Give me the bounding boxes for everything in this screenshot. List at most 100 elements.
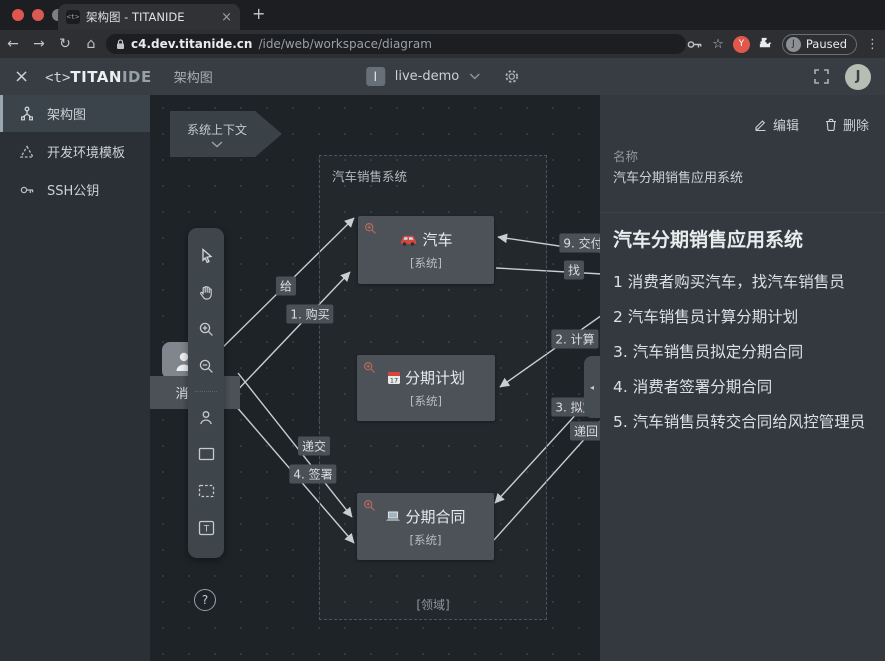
tab-close-icon[interactable]: × (221, 10, 232, 25)
description-step: 1 消费者购买汽车，找汽车销售员 (613, 271, 871, 293)
close-window-button[interactable] (12, 9, 24, 21)
add-person-tool-button[interactable] (193, 403, 219, 431)
lock-icon (116, 39, 125, 50)
svg-text:17: 17 (390, 376, 398, 384)
forward-icon[interactable]: → (26, 36, 52, 52)
pan-hand-tool-button[interactable] (193, 278, 219, 306)
workspace-selector[interactable]: l live-demo (366, 67, 519, 86)
browser-tab[interactable]: <t> 架构图 - TITANIDE × (58, 4, 240, 30)
panel-collapse-handle[interactable]: ◂ (584, 356, 600, 418)
add-text-tool-button[interactable]: T (193, 514, 219, 542)
car-icon (399, 233, 418, 246)
tab-title: 架构图 - TITANIDE (86, 9, 215, 25)
sidebar-item-diagram[interactable]: 架构图 (0, 95, 150, 132)
workspace-name: live-demo (395, 69, 459, 84)
app-close-icon[interactable]: × (14, 68, 29, 86)
template-icon (19, 144, 35, 160)
node-title: 分期合同 (405, 506, 465, 527)
sidebar-item-label: 架构图 (47, 104, 86, 123)
description-step: 4. 消费者签署分期合同 (613, 376, 871, 398)
url-domain: c4.dev.titanide.cn (131, 37, 252, 51)
address-bar[interactable]: c4.dev.titanide.cn /ide/web/workspace/di… (106, 34, 686, 54)
chevron-down-icon[interactable] (469, 73, 480, 80)
zoom-in-icon[interactable] (363, 361, 376, 374)
browser-window: <t> 架构图 - TITANIDE × + ← → ↻ ⌂ c4.dev.ti… (0, 0, 885, 661)
edge-label[interactable]: 9. 交付 (559, 234, 600, 253)
help-button[interactable]: ? (194, 589, 216, 611)
tab-favicon: <t> (66, 10, 80, 24)
zoom-in-tool-button[interactable] (193, 315, 219, 343)
fullscreen-icon[interactable] (814, 69, 829, 84)
boundary-type-label: [领域] (320, 596, 546, 613)
description-title: 汽车分期销售应用系统 (613, 225, 871, 252)
diagram-canvas[interactable]: 系统上下文 汽车销售系统 [领域] 消费者 汽车 [系统] (150, 95, 600, 661)
profile-chip[interactable]: J Paused (782, 34, 857, 55)
select-tool-button[interactable] (193, 241, 219, 269)
edge-label[interactable]: 4. 签署 (289, 465, 336, 484)
pencil-icon (754, 118, 767, 131)
edge-label[interactable]: 2. 计算 (551, 330, 598, 349)
trash-icon (825, 118, 837, 131)
logo-light: IDE (122, 68, 152, 86)
description-step: 2 汽车销售员计算分期计划 (613, 306, 871, 328)
app-logo: <t> TITAN IDE (45, 68, 152, 86)
minimize-window-button[interactable] (32, 9, 44, 21)
extensions-puzzle-icon[interactable] (759, 37, 773, 51)
node-installment-contract[interactable]: 分期合同 [系统] (357, 493, 494, 560)
browser-toolbar: ← → ↻ ⌂ c4.dev.titanide.cn /ide/web/work… (0, 30, 885, 58)
context-tag-label: 系统上下文 (187, 121, 265, 138)
svg-text:T: T (202, 525, 209, 535)
key-icon (19, 182, 35, 198)
add-box-tool-button[interactable] (193, 440, 219, 468)
bookmark-star-icon[interactable]: ☆ (712, 37, 724, 52)
delete-button[interactable]: 删除 (825, 115, 869, 134)
app-header-right: J (814, 64, 871, 90)
node-title: 分期计划 (405, 367, 465, 388)
zoom-in-icon[interactable] (364, 222, 377, 235)
details-panel: 编辑 删除 名称 汽车分期销售应用系统 汽车分期销售应用系统 1 消费者购买汽车… (600, 95, 885, 661)
reload-icon[interactable]: ↻ (52, 36, 78, 52)
sidebar: 架构图 开发环境模板 SSH公钥 (0, 95, 150, 661)
url-path: /ide/web/workspace/diagram (258, 37, 431, 51)
main-layout: 架构图 开发环境模板 SSH公钥 (0, 95, 885, 661)
calendar-icon: 17 (387, 371, 401, 385)
palette-divider (195, 391, 217, 392)
app-header: × <t> TITAN IDE 架构图 l live-demo J (0, 58, 885, 95)
password-key-icon[interactable] (687, 40, 703, 49)
logo-strong: TITAN (70, 68, 122, 86)
browser-menu-icon[interactable]: ⋮ (866, 37, 879, 52)
node-car[interactable]: 汽车 [系统] (358, 216, 494, 284)
context-level-tag[interactable]: 系统上下文 (170, 111, 282, 157)
sidebar-item-label: 开发环境模板 (47, 142, 125, 161)
node-installment-plan[interactable]: 17 分期计划 [系统] (357, 355, 495, 421)
diagram-fork-icon (19, 106, 35, 122)
zoom-out-tool-button[interactable] (193, 352, 219, 380)
tool-palette: T (188, 228, 224, 558)
edge-label[interactable]: 递交 (298, 437, 330, 456)
panel-divider (600, 212, 885, 213)
page-title: 架构图 (174, 67, 213, 86)
edit-button[interactable]: 编辑 (754, 115, 799, 134)
extension-badge-icon[interactable]: Y (733, 36, 750, 53)
edge-label[interactable]: 递回 (570, 422, 600, 441)
chevron-down-icon[interactable] (211, 141, 223, 148)
sidebar-item-label: SSH公钥 (47, 180, 99, 199)
panel-actions: 编辑 删除 (754, 115, 869, 134)
sidebar-item-ssh-key[interactable]: SSH公钥 (0, 171, 150, 208)
zoom-in-icon[interactable] (363, 499, 376, 512)
edge-label[interactable]: 找 (564, 261, 584, 280)
edge-label[interactable]: 1. 购买 (286, 305, 333, 324)
gear-icon[interactable] (504, 69, 519, 84)
description-step: 3. 汽车销售员拟定分期合同 (613, 341, 871, 363)
tab-strip: <t> 架构图 - TITANIDE × + (0, 0, 885, 30)
delete-button-label: 删除 (843, 115, 869, 134)
add-boundary-tool-button[interactable] (193, 477, 219, 505)
workspace-badge: l (366, 67, 385, 86)
user-avatar[interactable]: J (845, 64, 871, 90)
new-tab-button[interactable]: + (252, 4, 265, 23)
back-icon[interactable]: ← (0, 36, 26, 52)
sidebar-item-dev-template[interactable]: 开发环境模板 (0, 133, 150, 170)
home-icon[interactable]: ⌂ (78, 36, 104, 52)
edge-label[interactable]: 给 (276, 277, 296, 296)
logo-prefix: <t> (45, 70, 70, 86)
